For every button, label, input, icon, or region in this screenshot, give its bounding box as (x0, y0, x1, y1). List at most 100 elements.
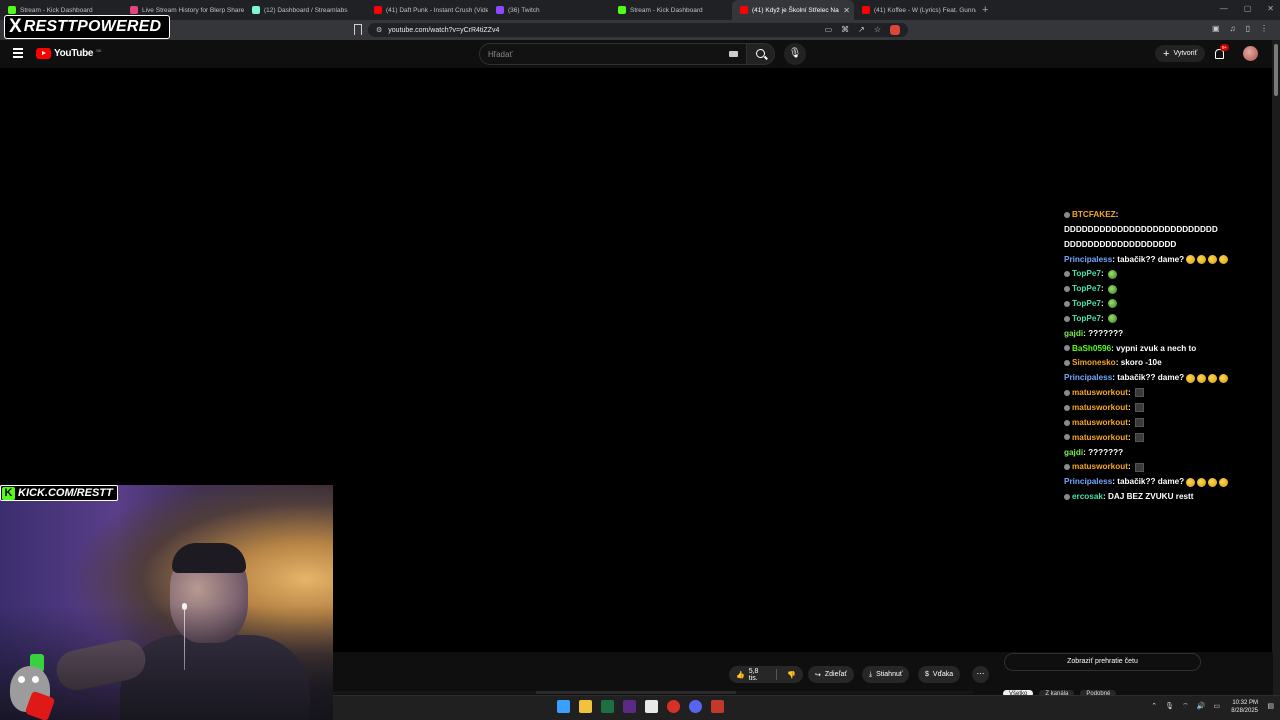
minimize-icon[interactable]: — (1220, 4, 1228, 13)
browser-tab[interactable]: (41) Daft Punk - Instant Crush (Vide (366, 0, 488, 20)
microphone-icon[interactable]: 🎙 (1165, 702, 1174, 711)
like-dislike-group[interactable]: 👍 5,8 tis. 👎 (729, 666, 803, 683)
chat-username[interactable]: Simonesko (1072, 358, 1116, 367)
chrome-icon[interactable] (667, 700, 680, 713)
browser-tab[interactable]: (41) Koffee - W (Lyrics) Feat. Gunna (854, 0, 976, 20)
chat-username[interactable]: BTCFAKEZ (1072, 210, 1116, 219)
thumbs-down-icon[interactable]: 👎 (787, 671, 796, 679)
browser-menu-icon[interactable]: ⋮ (1260, 24, 1268, 33)
obs-icon[interactable] (623, 700, 636, 713)
chat-username[interactable]: Principaless (1064, 373, 1112, 382)
shield-extension-icon[interactable] (890, 25, 900, 35)
thumbs-up-icon[interactable]: 👍 (736, 671, 745, 679)
tab-title: (41) Koffee - W (Lyrics) Feat. Gunna (874, 6, 976, 14)
tab-title: Stream - Kick Dashboard (630, 6, 703, 14)
chat-username[interactable]: BaSh0596 (1072, 344, 1111, 353)
search-input[interactable]: Hľadať (479, 43, 747, 65)
chat-username[interactable]: matusworkout (1072, 388, 1128, 397)
like-count[interactable]: 5,8 tis. (749, 668, 767, 682)
user-badge-icon (1064, 211, 1070, 218)
maximize-icon[interactable]: ▢ (1244, 4, 1252, 13)
super-thanks-icon: $ (925, 671, 929, 678)
scrollbar-thumb[interactable] (1274, 44, 1278, 96)
chat-username[interactable]: matusworkout (1072, 403, 1128, 412)
user-badge-icon (1064, 493, 1070, 500)
chat-username[interactable]: Principaless (1064, 477, 1112, 486)
bookmark-star-icon[interactable]: ☆ (874, 23, 881, 37)
chat-username[interactable]: ercosak (1072, 492, 1103, 501)
bookmark-icon[interactable] (354, 24, 362, 35)
translate-icon[interactable]: ⌘ (841, 23, 849, 37)
site-settings-icon[interactable]: ⚙ (376, 26, 382, 34)
file-explorer-icon[interactable] (579, 700, 592, 713)
notepad-icon[interactable] (645, 700, 658, 713)
chat-text: DDDDDDDDDDDDDDDDDDD (1064, 239, 1177, 249)
chat-username[interactable]: matusworkout (1072, 462, 1128, 471)
wifi-icon[interactable]: ⌔ (1182, 702, 1189, 711)
chat-username[interactable]: matusworkout (1072, 433, 1128, 442)
chat-text: vypni zvuk a nech to (1116, 343, 1197, 353)
youtube-logo[interactable]: YouTube SK (36, 48, 102, 59)
chat-username[interactable]: TopPe7 (1072, 314, 1101, 323)
browser-tab[interactable]: (12) Dashboard / Streamlabs (244, 0, 366, 20)
tab-title: (41) Když je Školní Střelec Na (752, 6, 839, 14)
hamburger-menu-icon[interactable] (13, 48, 23, 58)
chat-message: matusworkout: (1064, 431, 1274, 446)
search-button[interactable] (747, 43, 775, 65)
block-emote-icon (1134, 462, 1144, 472)
browser-tab[interactable]: Stream - Kick Dashboard (610, 0, 732, 20)
create-button[interactable]: + Vytvoriť (1155, 45, 1206, 62)
think-emote-icon (1197, 477, 1207, 487)
think-emote-icon (1219, 373, 1229, 383)
close-window-icon[interactable]: ✕ (1267, 4, 1274, 13)
download-button[interactable]: ⤓ Stiahnuť (862, 666, 910, 683)
chat-separator: : (1100, 299, 1106, 309)
url-text[interactable]: youtube.com/watch?v=yCrR4tiZZv4 (388, 27, 499, 34)
browser-tab[interactable]: (41) Když je Školní Střelec Na ✕ (732, 0, 854, 20)
tray-overflow-icon[interactable]: ⌃ (1151, 702, 1157, 711)
chat-username[interactable]: Principaless (1064, 255, 1112, 264)
search-placeholder: Hľadať (488, 49, 513, 59)
share-page-icon[interactable]: ↗ (858, 23, 865, 37)
user-badge-icon (1064, 404, 1070, 411)
system-clock[interactable]: 10:32 PM 8/28/2025 (1231, 699, 1258, 715)
user-badge-icon (1064, 286, 1070, 293)
more-actions-icon[interactable]: ⋯ (972, 666, 989, 683)
windows-start-icon[interactable] (557, 700, 570, 713)
tab-title: (41) Daft Punk - Instant Crush (Vide (386, 6, 488, 14)
description-area-fill (536, 691, 736, 694)
voice-search-icon[interactable]: 🎙 (784, 43, 806, 65)
thanks-button[interactable]: $ Vďaka (918, 666, 961, 683)
address-bar[interactable]: ⚙ youtube.com/watch?v=yCrR4tiZZv4 ▭ ⌘ ↗ … (368, 23, 908, 37)
chat-separator: : (1115, 210, 1119, 219)
chat-username[interactable]: matusworkout (1072, 418, 1128, 427)
discord-icon[interactable] (689, 700, 702, 713)
tab-close-icon[interactable]: ✕ (843, 6, 850, 15)
chat-separator: : (1127, 432, 1133, 442)
media-control-icon[interactable]: ♫ (1230, 24, 1236, 33)
chat-message: matusworkout: (1064, 460, 1274, 475)
account-avatar[interactable] (1243, 46, 1258, 61)
user-badge-icon (1064, 315, 1070, 322)
download-icon: ⤓ (869, 670, 873, 678)
youtube-play-icon (36, 48, 51, 59)
sidebar-toggle-icon[interactable]: ▯ (1246, 24, 1250, 33)
chat-username[interactable]: TopPe7 (1072, 299, 1101, 308)
chat-username[interactable]: TopPe7 (1072, 269, 1101, 278)
volume-icon[interactable]: 🔊 (1197, 702, 1206, 711)
keyboard-icon[interactable] (729, 51, 738, 57)
chat-username[interactable]: gajdi (1064, 448, 1083, 457)
notification-center-icon[interactable]: ▤ (1267, 702, 1274, 710)
new-tab-icon[interactable]: + (982, 4, 988, 16)
battery-icon[interactable]: ▭ (1213, 702, 1220, 711)
cast-icon[interactable]: ▭ (825, 23, 833, 37)
extensions-icon[interactable]: ▣ (1212, 24, 1220, 33)
excel-icon[interactable] (601, 700, 614, 713)
chat-username[interactable]: gajdi (1064, 329, 1083, 338)
browser-tab[interactable]: (36) Twitch (488, 0, 610, 20)
chat-username[interactable]: TopPe7 (1072, 284, 1101, 293)
tab-favicon-icon (496, 6, 504, 14)
streamer-app-icon[interactable] (711, 700, 724, 713)
chat-replay-button[interactable]: Zobraziť prehratie četu (1004, 653, 1201, 671)
share-button[interactable]: ↪ Zdieľať (808, 666, 855, 683)
